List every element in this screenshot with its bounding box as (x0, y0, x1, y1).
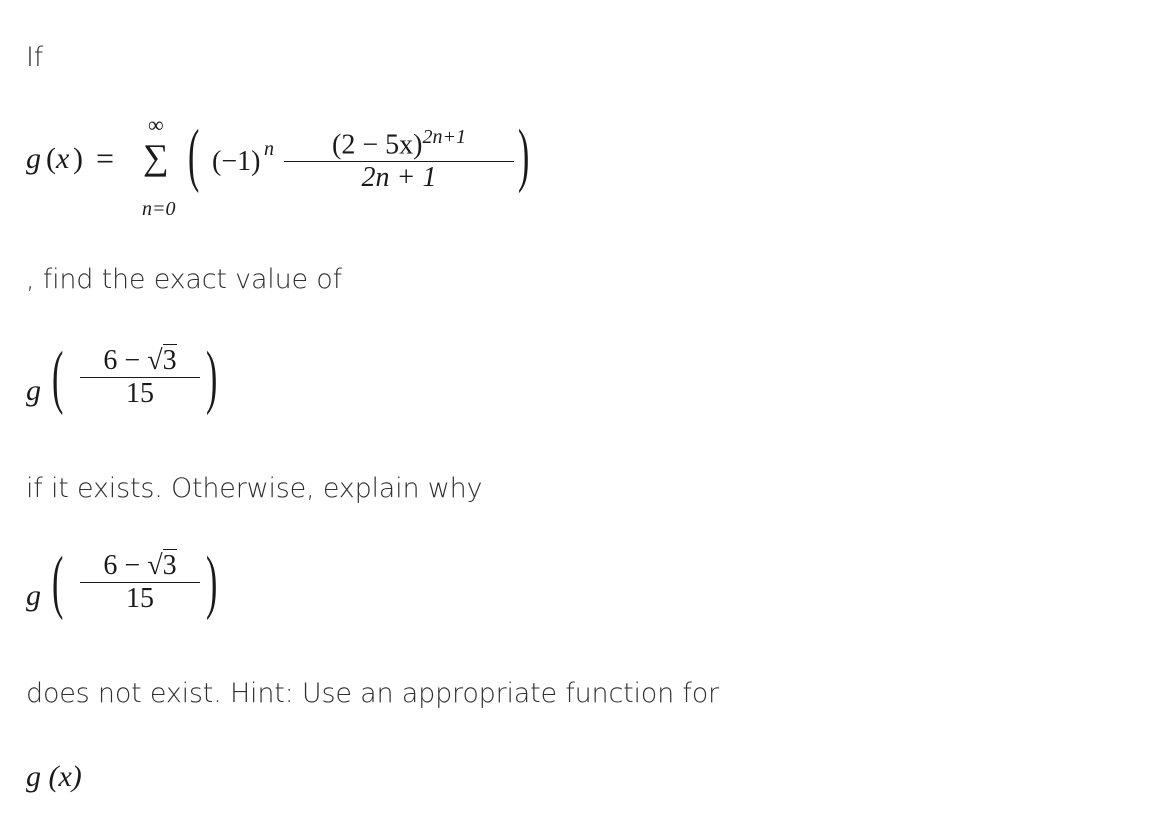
equals-sign: = (96, 140, 115, 176)
argument-numerator: 6 − √3 (80, 549, 200, 583)
right-paren: ) (206, 544, 218, 622)
function-g: g (26, 142, 41, 175)
variable-x: x (56, 142, 70, 175)
argument-fraction: 6 − √3 15 (80, 344, 200, 410)
argument-denominator: 15 (126, 377, 154, 409)
final-expression: g (x) (26, 760, 82, 793)
argument-numerator: 6 − √3 (80, 344, 200, 378)
sign-exponent: n (264, 138, 274, 160)
series-numerator: (2 − 5x)2n+1 (284, 126, 514, 163)
function-g: g (26, 374, 41, 407)
sum-lower-limit: n=0 (142, 198, 176, 220)
lparen: ( (46, 142, 56, 175)
argument-expression-1: g ( 6 − √3 15 ) (26, 339, 266, 432)
intro-text: If (26, 42, 44, 73)
sum-upper-limit: ∞ (148, 112, 164, 137)
argument-expression-2: g ( 6 − √3 15 ) (26, 544, 266, 637)
hint-text: does not exist. Hint: Use an appropriate… (26, 678, 719, 709)
left-paren: ( (52, 339, 64, 417)
sqrt-icon: √ (147, 550, 163, 581)
find-text: , find the exact value of (26, 264, 342, 295)
big-right-paren: ) (518, 117, 530, 195)
sign-base: (−1) (212, 146, 261, 177)
argument-denominator: 15 (126, 582, 154, 614)
sqrt-icon: √ (147, 345, 163, 376)
right-paren: ) (206, 339, 218, 417)
series-denominator: 2n + 1 (361, 162, 437, 194)
rparen: ) (73, 142, 83, 175)
sigma-icon: ∑ (143, 137, 169, 177)
left-paren: ( (52, 544, 64, 622)
series-fraction: (2 − 5x)2n+1 2n + 1 (284, 126, 514, 194)
function-g: g (26, 579, 41, 612)
big-left-paren: ( (188, 117, 200, 195)
series-definition: g ( x ) = ∞ ∑ n=0 ( (−1) n (2 − 5x)2n+1 … (26, 112, 566, 228)
if-exists-text: if it exists. Otherwise, explain why (26, 473, 483, 504)
argument-fraction: 6 − √3 15 (80, 549, 200, 615)
